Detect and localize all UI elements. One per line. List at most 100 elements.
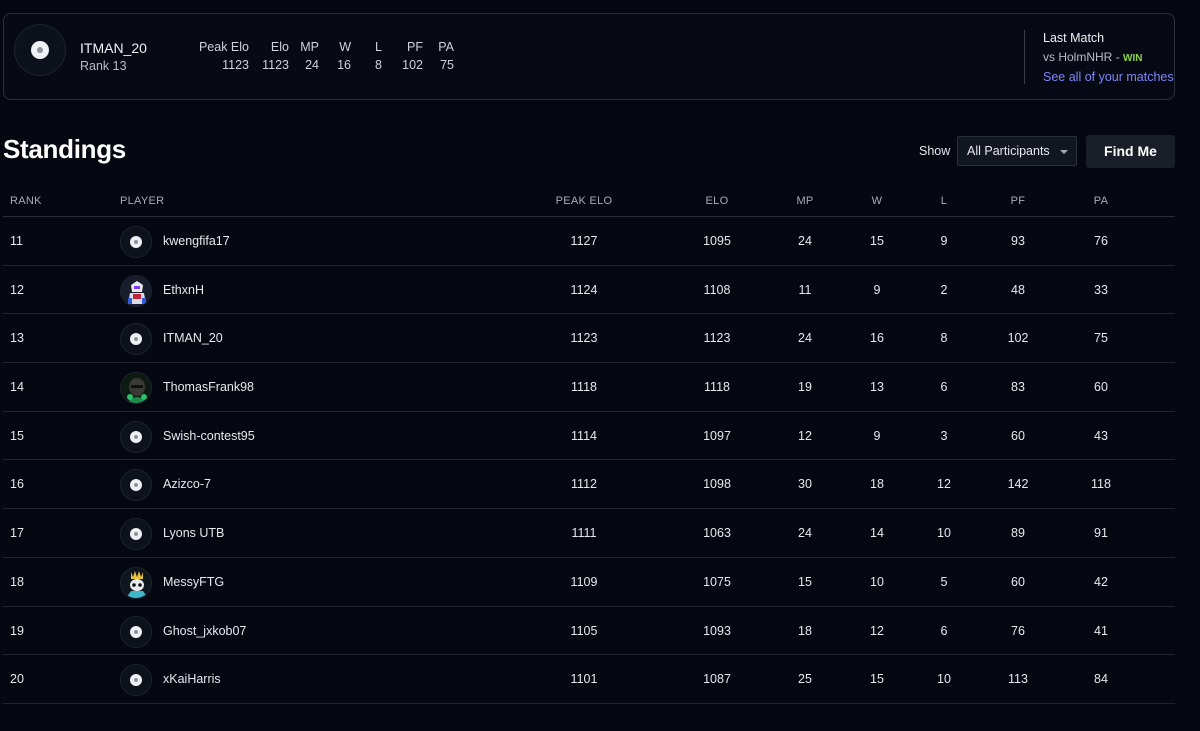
rank-cell: 11: [10, 234, 23, 248]
stat-w: W 16: [337, 41, 351, 72]
soccer-ball-icon: [130, 236, 142, 248]
player-name-cell[interactable]: kwengfifa17: [163, 234, 230, 248]
peak-elo-cell: 1112: [571, 477, 597, 492]
soccer-ball-icon: [130, 674, 142, 687]
table-row[interactable]: 16 Azizco-7 1112 1098 30 18 12 142 118: [3, 460, 1175, 510]
column-header-l[interactable]: L: [941, 195, 947, 207]
player-name-cell[interactable]: Swish-contest95: [163, 429, 255, 443]
losses-cell: 5: [940, 574, 948, 589]
player-name-cell[interactable]: xKaiHarris: [163, 672, 221, 686]
player-name-cell[interactable]: Ghost_jxkob07: [163, 624, 246, 638]
pa-cell: 43: [1094, 428, 1108, 443]
column-header-w[interactable]: W: [872, 195, 883, 207]
stat-label: PF: [407, 40, 423, 54]
standings-table: RANK PLAYER PEAK ELO ELO MP W L PF PA 11…: [3, 186, 1175, 704]
result-separator: -: [1115, 50, 1120, 64]
avatar: [120, 323, 152, 356]
table-row[interactable]: 12 EthxnH 1124 1108 11 9 2 48 33: [3, 266, 1175, 315]
wins-cell: 14: [870, 526, 884, 541]
player-name-cell[interactable]: ThomasFrank98: [163, 380, 254, 394]
mp-cell: 18: [798, 623, 812, 638]
pf-cell: 113: [1008, 672, 1028, 687]
losses-cell: 8: [940, 331, 948, 346]
table-row[interactable]: 15 Swish-contest95 1114 1097 12 9 3 60 43: [3, 412, 1175, 461]
stat-value: 8: [375, 58, 382, 72]
table-row[interactable]: 11 kwengfifa17 1127 1095 24 15 9 93 76: [3, 217, 1175, 266]
pf-cell: 76: [1011, 623, 1025, 638]
chevron-down-icon: [1060, 150, 1068, 154]
table-row[interactable]: 14 ThomasFrank98 1118 1118 19 13 6 83 60: [3, 363, 1175, 412]
rank-cell: 15: [10, 428, 24, 443]
see-all-matches-link[interactable]: See all of your matches: [1043, 70, 1174, 84]
mp-cell: 24: [798, 526, 812, 541]
filter-selected-value: All Participants: [967, 144, 1050, 158]
page-title: Standings: [3, 134, 126, 164]
peak-elo-cell: 1101: [570, 672, 598, 687]
player-name-cell[interactable]: EthxnH: [163, 283, 204, 297]
table-row[interactable]: 20 xKaiHarris 1101 1087 25 15 10 113 84: [3, 655, 1175, 704]
player-name-cell[interactable]: MessyFTG: [163, 575, 224, 589]
peak-elo-cell: 1127: [570, 234, 598, 248]
pa-cell: 91: [1094, 526, 1108, 541]
elo-cell: 1097: [703, 428, 731, 443]
column-header-rank[interactable]: RANK: [10, 195, 42, 207]
elo-cell: 1118: [704, 380, 730, 395]
mp-cell: 24: [798, 234, 812, 248]
stat-label: Peak Elo: [198, 40, 249, 54]
elo-cell: 1087: [703, 672, 731, 687]
find-me-button[interactable]: Find Me: [1086, 135, 1175, 168]
wins-cell: 13: [870, 380, 884, 395]
soccer-ball-icon: [130, 479, 142, 492]
rank-cell: 12: [10, 282, 24, 297]
table-row[interactable]: 19 Ghost_jxkob07 1105 1093 18 12 6 76 41: [3, 607, 1175, 656]
table-body: 11 kwengfifa17 1127 1095 24 15 9 93 76 12 EthxnH 11…: [3, 217, 1175, 704]
pa-cell: 84: [1094, 672, 1108, 687]
wins-cell: 9: [873, 282, 881, 297]
masked-face-avatar: [120, 372, 152, 405]
stat-mp: MP 24: [300, 41, 319, 72]
crowned-skull-avatar: [120, 566, 152, 599]
elo-cell: 1095: [703, 234, 731, 248]
table-row[interactable]: 13 ITMAN_20 1123 1123 24 16 8 102 75: [3, 314, 1175, 364]
soccer-ball-icon: [130, 430, 142, 443]
table-row[interactable]: 17 Lyons UTB 1111 1063 24 14 10 89 91: [3, 509, 1175, 558]
avatar: [120, 518, 152, 551]
stat-label: Elo: [270, 40, 289, 54]
pa-cell: 41: [1094, 623, 1108, 638]
wins-cell: 15: [870, 672, 884, 687]
elo-cell: 1093: [703, 623, 731, 638]
pf-cell: 89: [1011, 526, 1025, 541]
soccer-ball-icon: [130, 528, 142, 541]
rank-cell: 20: [10, 672, 24, 687]
last-match-opponent: vs HolmNHR - WIN: [1043, 50, 1174, 66]
elo-cell: 1063: [703, 526, 731, 541]
mp-cell: 19: [798, 380, 812, 395]
stat-pf: PF 102: [402, 41, 423, 72]
pa-cell: 75: [1094, 331, 1108, 346]
player-name-cell[interactable]: Lyons UTB: [163, 526, 224, 540]
elo-cell: 1123: [703, 331, 731, 346]
rank-cell: 18: [10, 574, 24, 589]
soccer-ball-icon: [130, 625, 142, 638]
player-name-cell[interactable]: Azizco-7: [163, 477, 211, 491]
pa-cell: 118: [1091, 477, 1111, 492]
column-header-pf[interactable]: PF: [1011, 195, 1026, 207]
pf-cell: 83: [1011, 380, 1025, 395]
pf-cell: 48: [1011, 282, 1025, 297]
column-header-peak-elo[interactable]: PEAK ELO: [556, 195, 613, 207]
peak-elo-cell: 1114: [571, 428, 597, 443]
losses-cell: 2: [940, 282, 948, 297]
table-row[interactable]: 18 MessyFTG 1109 1075 15 10 5 60 42: [3, 558, 1175, 607]
column-header-player[interactable]: PLAYER: [120, 195, 164, 207]
participants-filter-select[interactable]: All Participants: [957, 136, 1077, 166]
pa-cell: 42: [1094, 574, 1108, 589]
pa-cell: 60: [1094, 380, 1108, 395]
column-header-pa[interactable]: PA: [1094, 195, 1108, 207]
column-header-elo[interactable]: ELO: [706, 195, 729, 207]
peak-elo-cell: 1123: [570, 331, 598, 346]
mp-cell: 25: [798, 672, 812, 687]
player-name-cell[interactable]: ITMAN_20: [163, 331, 223, 345]
mp-cell: 11: [798, 282, 812, 297]
column-header-mp[interactable]: MP: [796, 195, 813, 207]
stat-value: 1123: [262, 58, 289, 72]
